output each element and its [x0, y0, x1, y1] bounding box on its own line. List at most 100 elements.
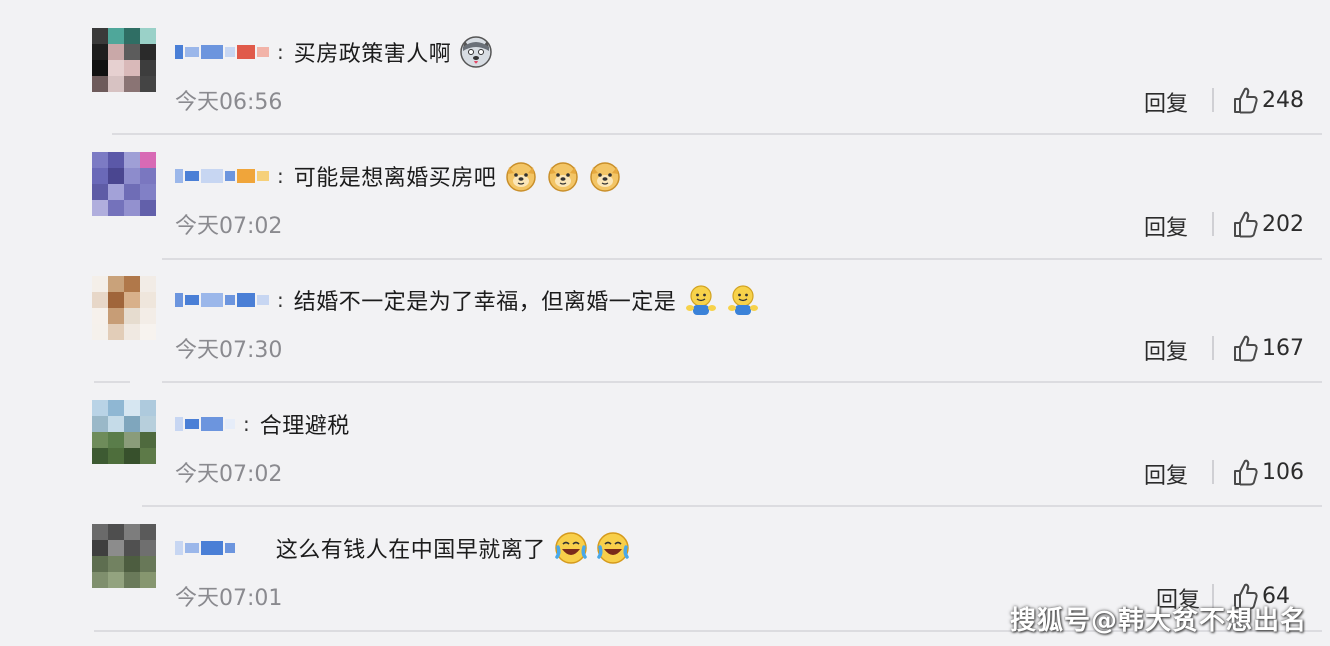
avatar-pixel — [124, 324, 140, 340]
reply-button[interactable]: 回复 — [1144, 86, 1188, 118]
avatar-pixel — [108, 276, 124, 292]
avatar-pixel — [140, 540, 156, 556]
username-pixel — [201, 293, 223, 307]
avatar[interactable] — [92, 28, 156, 92]
avatar-pixel — [108, 540, 124, 556]
avatar-pixel — [92, 400, 108, 416]
username[interactable] — [175, 166, 271, 186]
username[interactable] — [175, 538, 237, 558]
avatar-pixel — [140, 324, 156, 340]
avatar-pixel — [108, 432, 124, 448]
avatar-pixel — [108, 60, 124, 76]
username-pixel — [185, 295, 199, 305]
avatar-pixel — [124, 416, 140, 432]
avatar-pixel — [124, 448, 140, 464]
avatar-pixel — [140, 44, 156, 60]
username-pixel — [257, 295, 269, 305]
avatar-pixel — [140, 292, 156, 308]
avatar-pixel — [140, 200, 156, 216]
avatar-pixel — [124, 556, 140, 572]
comment-text: 结婚不一定是为了幸福，但离婚一定是 — [293, 290, 677, 315]
avatar-pixel — [108, 28, 124, 44]
avatar[interactable] — [92, 524, 156, 588]
username-pixel — [175, 169, 183, 183]
comment-text: 买房政策害人啊 — [293, 42, 452, 67]
username-pixel — [237, 293, 255, 307]
like-button[interactable]: 202 — [1232, 210, 1304, 238]
avatar-pixel — [140, 168, 156, 184]
avatar-pixel — [92, 524, 108, 540]
avatar-pixel — [108, 152, 124, 168]
avatar-pixel — [140, 416, 156, 432]
avatar-pixel — [140, 184, 156, 200]
comment-item: : 买房政策害人啊 今天06:56 回复 248 — [0, 0, 1330, 135]
avatar-pixel — [108, 292, 124, 308]
comment-item: : 可能是想离婚买房吧 今天07:02 回复 202 — [0, 124, 1330, 260]
username-pixel — [225, 543, 235, 553]
username-pixel — [257, 171, 269, 181]
thumbs-up-icon — [1234, 211, 1258, 238]
like-button[interactable]: 106 — [1232, 458, 1304, 486]
avatar-pixel — [92, 200, 108, 216]
comment-time: 今天07:30 — [175, 338, 283, 363]
comment-item: : 合理避税 今天07:02 回复 106 — [0, 372, 1330, 507]
username-pixel — [257, 47, 269, 57]
avatar-pixel — [92, 324, 108, 340]
avatar-pixel — [124, 524, 140, 540]
avatar-pixel — [124, 28, 140, 44]
avatar-pixel — [92, 76, 108, 92]
comment-header: : 合理避税 — [175, 408, 350, 440]
avatar-pixel — [140, 28, 156, 44]
like-button[interactable]: 248 — [1232, 86, 1304, 114]
avatar-pixel — [92, 168, 108, 184]
doge-emoji — [546, 159, 580, 193]
avatar-pixel — [124, 168, 140, 184]
reply-button[interactable]: 回复 — [1144, 458, 1188, 490]
avatar-pixel — [140, 572, 156, 588]
like-button[interactable]: 167 — [1232, 334, 1304, 362]
avatar[interactable] — [92, 400, 156, 464]
username[interactable] — [175, 42, 271, 62]
avatar-pixel — [124, 76, 140, 92]
thumbs-up-icon — [1234, 459, 1258, 486]
username-pixel — [175, 417, 183, 431]
avatar-pixel — [108, 324, 124, 340]
avatar[interactable] — [92, 152, 156, 216]
like-count: 167 — [1262, 335, 1304, 361]
husky-emoji — [459, 35, 493, 69]
avatar-pixel — [140, 76, 156, 92]
avatar-pixel — [124, 308, 140, 324]
comment-header: : 可能是想离婚买房吧 — [175, 160, 622, 192]
avatar-pixel — [92, 432, 108, 448]
avatar-pixel — [92, 308, 108, 324]
hug-emoji — [726, 283, 760, 317]
reply-button[interactable]: 回复 — [1144, 210, 1188, 242]
avatar-pixel — [92, 152, 108, 168]
like-count: 202 — [1262, 211, 1304, 237]
avatar-pixel — [140, 308, 156, 324]
comment-text: 这么有钱人在中国早就离了 — [275, 538, 546, 563]
avatar-pixel — [108, 168, 124, 184]
avatar-pixel — [124, 184, 140, 200]
avatar-pixel — [92, 540, 108, 556]
avatar[interactable] — [92, 276, 156, 340]
username[interactable] — [175, 414, 237, 434]
username-pixel — [175, 293, 183, 307]
comment-item: : 结婚不一定是为了幸福，但离婚一定是 今天07:30 回复 167 — [0, 248, 1330, 383]
comment-header: : 买房政策害人啊 — [175, 36, 493, 68]
comment-text: 可能是想离婚买房吧 — [293, 166, 497, 191]
avatar-pixel — [140, 60, 156, 76]
username-pixel — [175, 541, 183, 555]
avatar-pixel — [92, 572, 108, 588]
avatar-pixel — [108, 44, 124, 60]
avatar-pixel — [92, 276, 108, 292]
hug-emoji — [684, 283, 718, 317]
divider — [1212, 88, 1214, 112]
avatar-pixel — [124, 44, 140, 60]
avatar-pixel — [92, 28, 108, 44]
avatar-pixel — [108, 556, 124, 572]
username[interactable] — [175, 290, 271, 310]
divider — [1212, 336, 1214, 360]
avatar-pixel — [140, 524, 156, 540]
reply-button[interactable]: 回复 — [1144, 334, 1188, 366]
